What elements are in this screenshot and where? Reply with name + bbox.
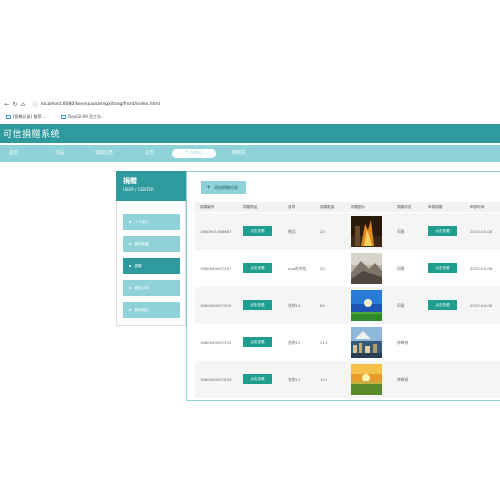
nav-user-center[interactable]: 个人中心: [172, 148, 216, 158]
cell-status: 同意: [397, 266, 405, 271]
cell-id: 1680940557825: [200, 377, 232, 382]
site-title: 可信捐赠系统: [3, 130, 61, 140]
cell-time: 2023-04-08: [470, 303, 493, 308]
cell-quantity: 20: [320, 229, 325, 234]
cell-quantity: 211: [320, 340, 328, 345]
cell-status: 同意: [397, 303, 405, 308]
donation-image: [351, 253, 382, 284]
sidebar-subtitle: USER / CENTER: [123, 187, 154, 192]
sidebar-item-favorites[interactable]: 我的收藏: [123, 236, 180, 252]
sidebar-menu: 个人中心 我的收藏 捐赠 我的订单 我的地址: [116, 201, 186, 326]
bullet-icon: [129, 286, 132, 290]
cell-time: 2023-04-08: [470, 229, 493, 234]
plus-icon: +: [206, 184, 212, 191]
bookmark-item[interactable]: [投稿记录] 推荐...: [6, 114, 45, 120]
cell-name: 物品: [288, 229, 296, 234]
sidebar-item-profile[interactable]: 个人中心: [123, 214, 180, 230]
column-header: 审核捐赠: [428, 205, 443, 209]
info-icon[interactable]: ⓘ: [33, 101, 38, 108]
sidebar-item-orders[interactable]: 我的订单: [123, 280, 180, 296]
sidebar-title: 捐赠: [123, 177, 137, 185]
view-button[interactable]: 点击查看: [243, 337, 272, 347]
cell-name: 名称13: [288, 340, 301, 345]
cell-name: 名称11: [288, 377, 301, 382]
sidebar-item-donation[interactable]: 捐赠: [123, 258, 180, 274]
review-button[interactable]: 点击查看: [428, 226, 457, 236]
bullet-icon: [129, 220, 132, 224]
cell-status: 同意: [397, 229, 405, 234]
bullet-icon: [129, 308, 132, 312]
column-header: 名称: [288, 205, 296, 209]
site-header: 可信捐赠系统: [0, 124, 500, 143]
main-nav: 首页 论坛 案例信息 公告 个人中心 购物车: [0, 145, 500, 162]
donation-image: [351, 364, 382, 395]
bullet-icon: [129, 264, 132, 268]
donation-panel: + 添加捐赠信息 捐赠编号 捐赠物品 名称 捐赠数量 捐赠图片 捐赠状态 审核捐…: [186, 171, 500, 401]
table-row: 1680940557825 点击查看 名称11 101 待审核: [195, 361, 500, 398]
view-button[interactable]: 点击查看: [243, 263, 272, 273]
table-row: 1680940557910 点击查看 名称14 89 同意 点击查看 2023-…: [195, 287, 500, 324]
bookmark-icon: [6, 115, 11, 119]
table-header: 捐赠编号 捐赠物品 名称 捐赠数量 捐赠图片 捐赠状态 审核捐赠 审核时间: [195, 202, 500, 212]
cell-status: 待审核: [397, 377, 409, 382]
cell-name: ooo的书包: [288, 266, 307, 271]
nav-cases[interactable]: 案例信息: [95, 150, 113, 156]
donation-image: [351, 327, 382, 358]
add-donation-button[interactable]: + 添加捐赠信息: [201, 181, 246, 194]
bookmark-icon: [61, 115, 67, 119]
nav-forum[interactable]: 论坛: [55, 150, 64, 156]
cell-id: 1680941468687: [200, 229, 232, 234]
cell-id: 1680940657207: [200, 266, 232, 271]
cell-quantity: 20: [320, 266, 325, 271]
column-header: 捐赠数量: [320, 205, 335, 209]
cell-time: 2023-04-08: [470, 266, 493, 271]
cell-id: 1680940557912: [200, 340, 232, 345]
bullet-icon: [129, 242, 132, 246]
donation-image: [351, 216, 382, 247]
nav-announcements[interactable]: 公告: [145, 150, 154, 156]
browser-toolbar: ← ↻ ⌂ ⓘ localhost:8080/kexinjuanzengxito…: [0, 98, 500, 110]
bookmarks-bar: [投稿记录] 推荐... Day02-09 员工分...: [0, 112, 500, 122]
column-header: 捐赠图片: [351, 205, 366, 209]
review-button[interactable]: 点击查看: [428, 300, 457, 310]
bookmark-item[interactable]: Day02-09 员工分...: [61, 114, 105, 120]
sidebar-header: 捐赠 USER / CENTER: [116, 171, 187, 201]
review-button[interactable]: 点击查看: [428, 263, 457, 273]
column-header: 审核时间: [470, 205, 485, 209]
column-header: 捐赠状态: [397, 205, 412, 209]
cell-id: 1680940557910: [200, 303, 232, 308]
reload-icon[interactable]: ↻: [11, 101, 19, 108]
sidebar-item-address[interactable]: 我的地址: [123, 302, 180, 318]
table-row: 1680940557912 点击查看 名称13 211 待审核: [195, 324, 500, 361]
address-bar[interactable]: localhost:8080/kexinjuanzengxitong/front…: [41, 102, 160, 107]
nav-cart[interactable]: 购物车: [232, 150, 246, 156]
home-icon[interactable]: ⌂: [19, 101, 27, 108]
column-header: 捐赠编号: [200, 205, 215, 209]
donation-image: [351, 290, 382, 321]
table-row: 1680941468687 点击查看 物品 20 同意 点击查看 2023-04…: [195, 213, 500, 250]
view-button[interactable]: 点击查看: [243, 300, 272, 310]
cell-name: 名称14: [288, 303, 301, 308]
column-header: 捐赠物品: [243, 205, 258, 209]
table-row: 1680940657207 点击查看 ooo的书包 20 同意 点击查看 202…: [195, 250, 500, 287]
nav-home[interactable]: 首页: [9, 150, 18, 156]
view-button[interactable]: 点击查看: [243, 226, 272, 236]
back-arrow-icon[interactable]: ←: [3, 101, 11, 108]
cell-quantity: 89: [320, 303, 325, 308]
cell-quantity: 101: [320, 377, 328, 382]
cell-status: 待审核: [397, 340, 409, 345]
view-button[interactable]: 点击查看: [243, 374, 272, 384]
